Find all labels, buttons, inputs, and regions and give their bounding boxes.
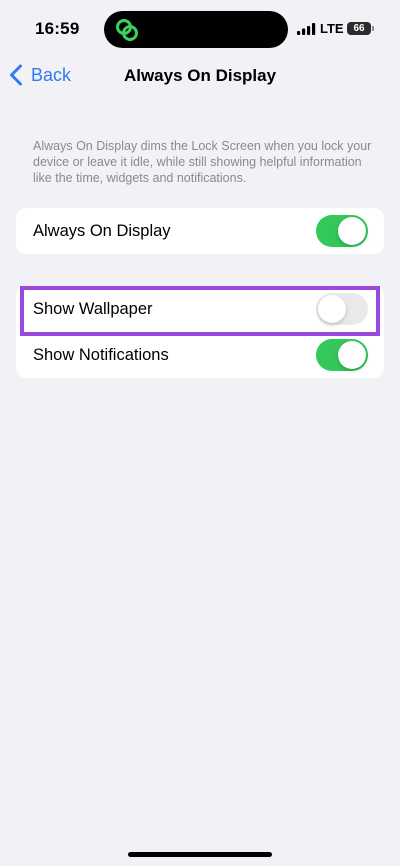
always-on-display-row[interactable]: Always On Display bbox=[16, 208, 384, 254]
status-time: 16:59 bbox=[35, 19, 80, 38]
toggle-knob bbox=[338, 217, 366, 245]
battery-level: 66 bbox=[353, 23, 365, 34]
show-notifications-row[interactable]: Show Notifications bbox=[16, 332, 384, 378]
always-on-display-label: Always On Display bbox=[33, 221, 171, 240]
show-wallpaper-label: Show Wallpaper bbox=[33, 299, 153, 318]
dynamic-island[interactable] bbox=[104, 11, 288, 48]
cellular-signal-icon bbox=[297, 23, 316, 35]
always-on-display-toggle[interactable] bbox=[316, 215, 368, 247]
home-indicator[interactable] bbox=[128, 852, 272, 857]
settings-group-options: Show Wallpaper Show Notifications bbox=[16, 286, 384, 378]
show-wallpaper-row[interactable]: Show Wallpaper bbox=[16, 286, 384, 332]
network-type: LTE bbox=[320, 21, 344, 36]
show-notifications-label: Show Notifications bbox=[33, 345, 169, 364]
toggle-knob bbox=[338, 341, 366, 369]
linked-rings-icon bbox=[116, 19, 138, 41]
section-description: Always On Display dims the Lock Screen w… bbox=[33, 139, 372, 185]
settings-screen: 16:59 LTE 66 Back Always On Display Alwa… bbox=[0, 0, 400, 866]
battery-indicator: 66 bbox=[347, 22, 374, 35]
toggle-knob bbox=[318, 295, 346, 323]
settings-group-always-on: Always On Display bbox=[16, 208, 384, 254]
page-title: Always On Display bbox=[123, 66, 277, 85]
show-wallpaper-toggle[interactable] bbox=[316, 293, 368, 325]
show-notifications-toggle[interactable] bbox=[316, 339, 368, 371]
